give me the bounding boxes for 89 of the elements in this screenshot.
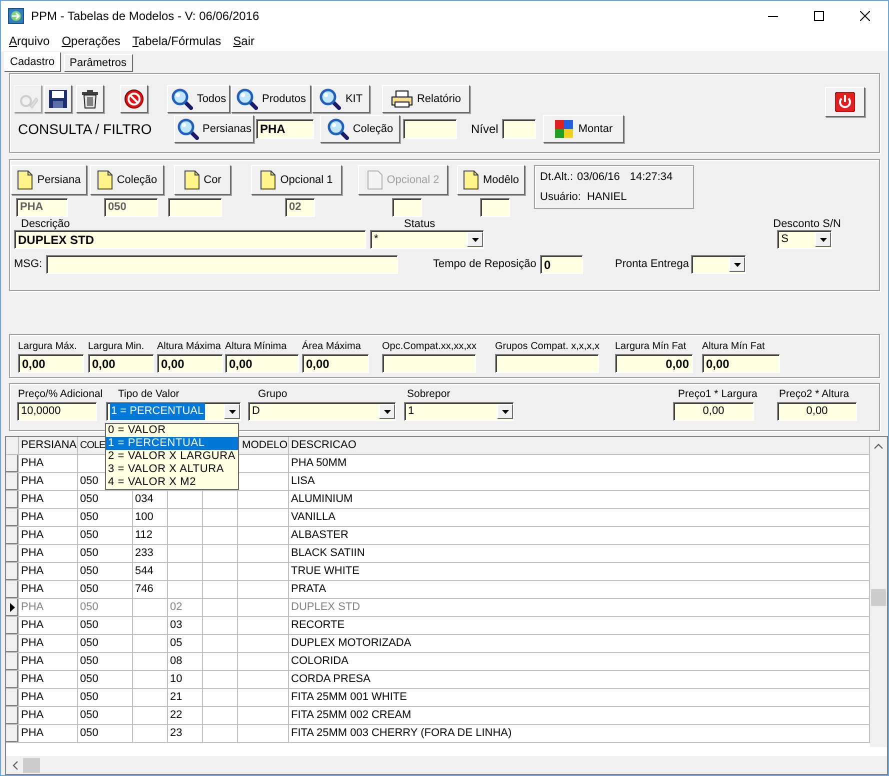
dimension-label: Altura Mín Fat: [702, 340, 765, 354]
pricing-label: Preço/% Adicional: [17, 387, 103, 402]
table-cell: FITA 25MM 003 CHERRY (FORA DE LINHA): [289, 725, 870, 743]
table-cell: 050: [78, 653, 133, 671]
table-cell: 050: [78, 527, 133, 545]
table-cell: PHA: [19, 671, 78, 689]
pricing-label: Preço1 * Largura: [677, 387, 758, 402]
dimension-label: Altura Mínima: [225, 340, 287, 354]
table-cell: 02: [168, 599, 203, 617]
table-cell: PHA: [19, 473, 78, 491]
table-cell: LISA: [289, 473, 870, 491]
table-cell: TRUE WHITE: [289, 563, 870, 581]
table-cell: FITA 25MM 002 CREAM: [289, 707, 870, 725]
table-cell: PHA: [19, 563, 78, 581]
dimension-label: Área Máxima: [302, 340, 361, 354]
table-cell: 050: [78, 491, 133, 509]
status-label: Status: [403, 219, 436, 230]
table-cell: PHA: [19, 617, 78, 635]
pricing-label: Preço2 * Altura: [778, 387, 850, 402]
nivel-label: Nível: [471, 121, 500, 138]
table-cell: 03: [168, 617, 203, 635]
dimension-label: Largura Min.: [88, 340, 144, 354]
desconto-label: Desconto S/N: [773, 219, 841, 230]
table-cell: PHA: [19, 491, 78, 509]
table-cell: BLACK SATIIN: [289, 545, 870, 563]
table-cell: ALBASTER: [289, 527, 870, 545]
window-title: PPM - Tabelas de Modelos - V: 06/06/2016: [31, 8, 260, 25]
table-cell: 050: [78, 545, 133, 563]
table-cell: PHA: [19, 599, 78, 617]
table-cell: PHA: [19, 455, 78, 473]
table-cell: 050: [78, 635, 133, 653]
table-cell: PHA: [19, 635, 78, 653]
changed-time: 14:27:34: [630, 170, 673, 185]
table-cell: PHA: [19, 527, 78, 545]
table-cell: DUPLEX STD: [289, 599, 870, 617]
table-cell: RECORTE: [289, 617, 870, 635]
user-name: HANIEL: [586, 190, 627, 204]
table-cell: 050: [78, 581, 133, 599]
table-cell: PHA: [19, 581, 78, 599]
table-cell: PHA: [19, 545, 78, 563]
table-cell: PHA: [19, 689, 78, 707]
dimension-label: Grupos Compat. x,x,x,x: [495, 340, 600, 354]
table-cell: 050: [78, 563, 133, 581]
descricao-label: Descrição: [20, 219, 71, 230]
msg-label: MSG:: [14, 257, 44, 272]
pronta-entrega-label: Pronta Entrega: [615, 257, 690, 272]
changed-label: Dt.Alt.:: [540, 170, 574, 185]
table-cell: DUPLEX MOTORIZADA: [289, 635, 870, 653]
table-cell: 050: [78, 725, 133, 743]
table-cell: PHA 50MM: [289, 455, 870, 473]
table-cell: COLORIDA: [289, 653, 870, 671]
pricing-label: Tipo de Valor: [117, 387, 180, 402]
table-cell: PHA: [19, 509, 78, 527]
table-cell: PHA: [19, 725, 78, 743]
table-cell: PHA: [19, 653, 78, 671]
table-cell: PRATA: [289, 581, 870, 599]
dimension-label: Largura Mín Fat: [615, 340, 686, 354]
pricing-label: Grupo: [257, 387, 288, 402]
table-cell: CORDA PRESA: [289, 671, 870, 689]
user-label: Usuário:: [540, 190, 581, 204]
table-cell: 233: [133, 545, 168, 563]
table-cell: FITA 25MM 001 WHITE: [289, 689, 870, 707]
table-cell: 050: [78, 671, 133, 689]
table-cell: 050: [78, 617, 133, 635]
table-cell: 22: [168, 707, 203, 725]
dimension-label: Altura Máxima: [157, 340, 221, 354]
table-cell: 034: [133, 491, 168, 509]
table-cell: 23: [168, 725, 203, 743]
table-cell: PHA: [19, 707, 78, 725]
table-cell: 10: [168, 671, 203, 689]
pricing-label: Sobrepor: [406, 387, 450, 402]
table-cell: 746: [133, 581, 168, 599]
table-cell: VANILLA: [289, 509, 870, 527]
table-cell: 050: [78, 707, 133, 725]
table-cell: 08: [168, 653, 203, 671]
table-cell: 050: [78, 509, 133, 527]
changed-date: 03/06/16: [577, 170, 620, 185]
tempo-label: Tempo de Reposição: [433, 257, 538, 272]
dimension-label: Opc.Compat.xx,xx,xx: [382, 340, 476, 354]
table-cell: 112: [133, 527, 168, 545]
table-cell: 100: [133, 509, 168, 527]
table-cell: 050: [78, 599, 133, 617]
table-cell: 544: [133, 563, 168, 581]
table-cell: 05: [168, 635, 203, 653]
table-cell: 050: [78, 689, 133, 707]
filter-title: CONSULTA / FILTRO: [18, 120, 153, 138]
dimension-label: Largura Máx.: [18, 340, 77, 354]
table-cell: 21: [168, 689, 203, 707]
table-cell: ALUMINIUM: [289, 491, 870, 509]
